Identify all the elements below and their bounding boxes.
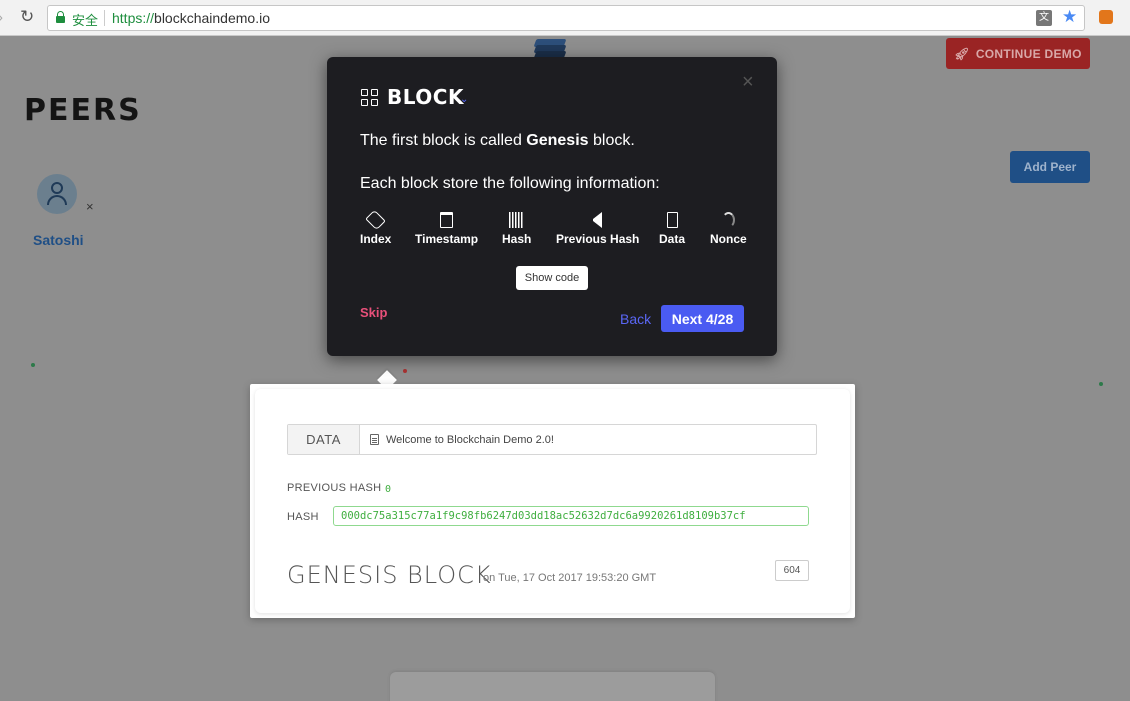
previous-hash-label: PREVIOUS HASH xyxy=(287,482,382,494)
next-button[interactable]: Next 4/28 xyxy=(661,305,744,332)
field-data: Data xyxy=(659,212,685,246)
url-scheme: https:// xyxy=(112,10,155,26)
file-icon xyxy=(666,212,678,228)
lock-icon xyxy=(56,11,65,23)
secure-label: 安全 xyxy=(72,13,99,28)
previous-icon xyxy=(593,212,603,228)
block-title: GENESIS BLOCK xyxy=(287,561,492,589)
url-host: blockchaindemo.io xyxy=(154,10,270,26)
field-nonce: Nonce xyxy=(710,212,747,246)
continue-demo-label: CONTINUE DEMO xyxy=(975,46,1082,61)
user-icon xyxy=(51,182,63,194)
nonce-badge: 604 xyxy=(775,560,809,581)
calendar-icon xyxy=(440,212,454,228)
field-label: Previous Hash xyxy=(556,232,640,246)
previous-hash-value: 0 xyxy=(385,484,392,495)
bookmark-star-icon[interactable]: ★ xyxy=(1062,7,1077,27)
forward-icon[interactable]: › xyxy=(0,9,3,26)
genesis-block-card: DATA Welcome to Blockchain Demo 2.0! PRE… xyxy=(250,384,855,618)
block-timestamp: on Tue, 17 Oct 2017 19:53:20 GMT xyxy=(483,572,657,584)
field-previous-hash: Previous Hash xyxy=(556,212,639,246)
remove-peer-icon[interactable]: × xyxy=(86,199,94,214)
field-label: Nonce xyxy=(710,232,747,246)
hash-value: 000dc75a315c77a1f9c98fb6247d03dd18ac5263… xyxy=(333,506,809,526)
tour-text-info: Each block store the following informati… xyxy=(360,175,660,192)
data-value: Welcome to Blockchain Demo 2.0! xyxy=(386,433,554,446)
block-grid-icon xyxy=(361,89,378,106)
skip-button[interactable]: Skip xyxy=(360,305,387,320)
peer-name[interactable]: Satoshi xyxy=(33,232,84,248)
field-label: Timestamp xyxy=(415,232,479,246)
rocket-icon: 🚀︎ xyxy=(954,46,970,61)
field-timestamp: Timestamp xyxy=(415,212,478,246)
spinner-icon xyxy=(721,212,735,228)
field-label: Data xyxy=(659,232,686,246)
chevron-down-icon[interactable]: ⌄ xyxy=(460,94,468,105)
browser-toolbar: › ↻ 安全 https://blockchaindemo.io 文 ★ xyxy=(0,0,1130,36)
tour-text-bold: Genesis xyxy=(526,132,589,149)
data-label: DATA xyxy=(288,425,360,454)
field-hash: Hash xyxy=(502,212,531,246)
url-text[interactable]: https://blockchaindemo.io xyxy=(112,10,270,26)
reload-icon[interactable]: ↻ xyxy=(20,7,34,27)
document-icon xyxy=(370,434,379,445)
tour-text-genesis: The first block is called Genesis block. xyxy=(360,132,635,150)
tour-text-pre: The first block is called xyxy=(360,132,527,149)
decor-dot xyxy=(403,369,407,373)
back-button[interactable]: Back xyxy=(620,311,651,327)
data-value-wrap[interactable]: Welcome to Blockchain Demo 2.0! xyxy=(360,425,816,454)
avatar[interactable] xyxy=(37,174,77,214)
next-block-card xyxy=(390,672,715,701)
address-bar[interactable]: 安全 https://blockchaindemo.io 文 ★ xyxy=(47,5,1085,31)
tour-popup: × BLOCK ⌄ The first block is called Gene… xyxy=(327,57,777,356)
decor-dot xyxy=(31,363,35,367)
page-title: PEERS xyxy=(24,93,142,128)
logo-icon xyxy=(533,39,569,59)
field-index: Index xyxy=(360,209,392,246)
translate-icon[interactable]: 文 xyxy=(1036,10,1052,26)
show-code-button[interactable]: Show code xyxy=(516,266,588,290)
barcode-icon xyxy=(509,212,525,228)
user-icon-shoulders xyxy=(47,195,67,205)
tour-title: BLOCK xyxy=(387,85,464,109)
close-icon[interactable]: × xyxy=(742,71,754,94)
tag-icon xyxy=(365,209,386,231)
add-peer-button[interactable]: Add Peer xyxy=(1010,151,1090,183)
hash-label: HASH xyxy=(287,511,319,523)
continue-demo-button[interactable]: 🚀︎ CONTINUE DEMO xyxy=(946,38,1090,69)
extension-icon[interactable] xyxy=(1099,10,1113,24)
field-label: Index xyxy=(360,232,392,246)
tour-text-post: block. xyxy=(588,132,635,149)
block-body: DATA Welcome to Blockchain Demo 2.0! PRE… xyxy=(255,389,850,613)
url-separator xyxy=(104,10,105,26)
field-label: Hash xyxy=(502,232,532,246)
data-field[interactable]: DATA Welcome to Blockchain Demo 2.0! xyxy=(287,424,817,455)
decor-dot xyxy=(1099,382,1103,386)
